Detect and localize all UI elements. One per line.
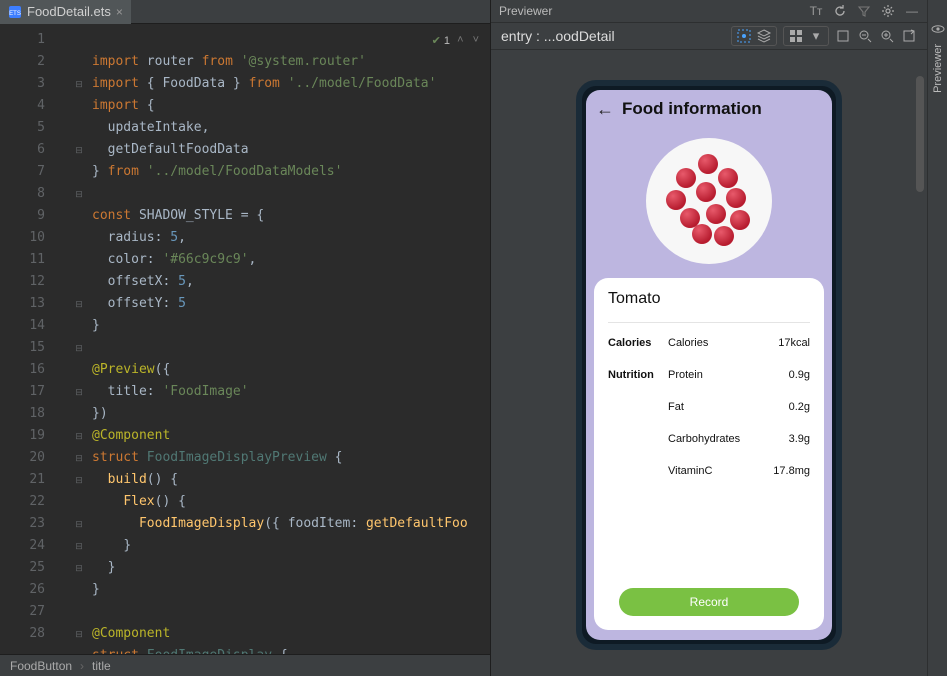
fold-column: ⊟⊟⊟⊟⊟⊟⊟⊟⊟⊟⊟⊟⊟ (70, 24, 88, 654)
previewer-panel: Previewer Tᴛ — entry : ...oodDetail ▾ (490, 0, 927, 676)
crop-icon[interactable] (835, 28, 851, 44)
food-image (646, 138, 772, 264)
filter-icon[interactable] (857, 4, 871, 18)
eye-icon[interactable] (931, 22, 945, 36)
text-size-icon[interactable]: Tᴛ (809, 4, 823, 18)
line-number: 1 (0, 29, 70, 51)
svg-text:ETS: ETS (9, 11, 21, 17)
inspection-hint[interactable]: ✔ 1 (432, 34, 450, 47)
gear-icon[interactable] (881, 4, 895, 18)
refresh-icon[interactable] (833, 4, 847, 18)
grid-icon[interactable] (788, 28, 804, 44)
record-button[interactable]: Record (619, 588, 799, 616)
editor-panel: ETS FoodDetail.ets × ✔ 1 ˄ ˅ 1 2 3 4 5 6… (0, 0, 490, 676)
nutrient-value: 17kcal (750, 337, 810, 349)
zoom-in-icon[interactable] (879, 28, 895, 44)
nutrition-card: Tomato Calories Calories 17kcal Nutritio… (594, 278, 824, 630)
tab-label: FoodDetail.ets (27, 4, 111, 19)
nutrient-label: Calories (668, 337, 750, 349)
fold-toggle[interactable]: ⊟ (70, 73, 88, 95)
editor-tabs: ETS FoodDetail.ets × (0, 0, 490, 24)
chevron-down-icon[interactable]: ▾ (808, 28, 824, 44)
scrollbar-thumb[interactable] (916, 76, 924, 192)
zoom-out-icon[interactable] (857, 28, 873, 44)
rail-label[interactable]: Previewer (932, 44, 944, 93)
layers-icon[interactable] (756, 28, 772, 44)
hint-nav-arrows[interactable]: ˄ ˅ (457, 34, 482, 46)
nutrition-row: Nutrition Protein 0.9g (608, 369, 810, 381)
previewer-title: Previewer (499, 4, 552, 18)
check-icon: ✔ (432, 34, 441, 47)
nutrition-row: Calories Calories 17kcal (608, 337, 810, 349)
section-label: Calories (608, 337, 668, 349)
close-icon[interactable]: × (116, 5, 123, 19)
app-screen: ← Food information (586, 90, 832, 640)
nutrition-row: Carbohydrates 3.9g (608, 433, 810, 445)
breadcrumb-item[interactable]: FoodButton (10, 659, 72, 673)
nutrition-row: Fat 0.2g (608, 401, 810, 413)
previewer-toolbar: entry : ...oodDetail ▾ (491, 22, 927, 50)
ets-file-icon: ETS (8, 5, 22, 19)
food-name: Tomato (608, 290, 810, 308)
back-arrow-icon[interactable]: ← (596, 99, 614, 120)
minimize-icon[interactable]: — (905, 4, 919, 18)
breadcrumb-item[interactable]: title (92, 659, 111, 673)
divider (608, 322, 810, 323)
food-image-wrap (586, 128, 832, 278)
line-gutter: 1 2 3 4 5 6 7 8 9 10 11 12 13 14 15 16 1… (0, 24, 70, 654)
editor-body: ✔ 1 ˄ ˅ 1 2 3 4 5 6 7 8 9 10 11 12 13 14… (0, 24, 490, 654)
chevron-right-icon: › (80, 659, 84, 673)
app-header: ← Food information (586, 90, 832, 128)
preview-canvas: ← Food information (491, 50, 927, 676)
previewer-titlebar: Previewer Tᴛ — (491, 0, 927, 22)
rotate-icon[interactable] (901, 28, 917, 44)
inspect-icon[interactable] (736, 28, 752, 44)
page-title: Food information (622, 99, 762, 119)
tab-fooddetail[interactable]: ETS FoodDetail.ets × (0, 0, 131, 24)
breadcrumb[interactable]: FoodButton › title (0, 654, 490, 676)
code-area[interactable]: import router from '@system.router' impo… (88, 24, 490, 654)
right-tool-rail: Previewer (927, 0, 947, 676)
nutrition-row: VitaminC 17.8mg (608, 465, 810, 477)
device-frame: ← Food information (576, 80, 842, 650)
preview-route: entry : ...oodDetail (501, 28, 615, 44)
